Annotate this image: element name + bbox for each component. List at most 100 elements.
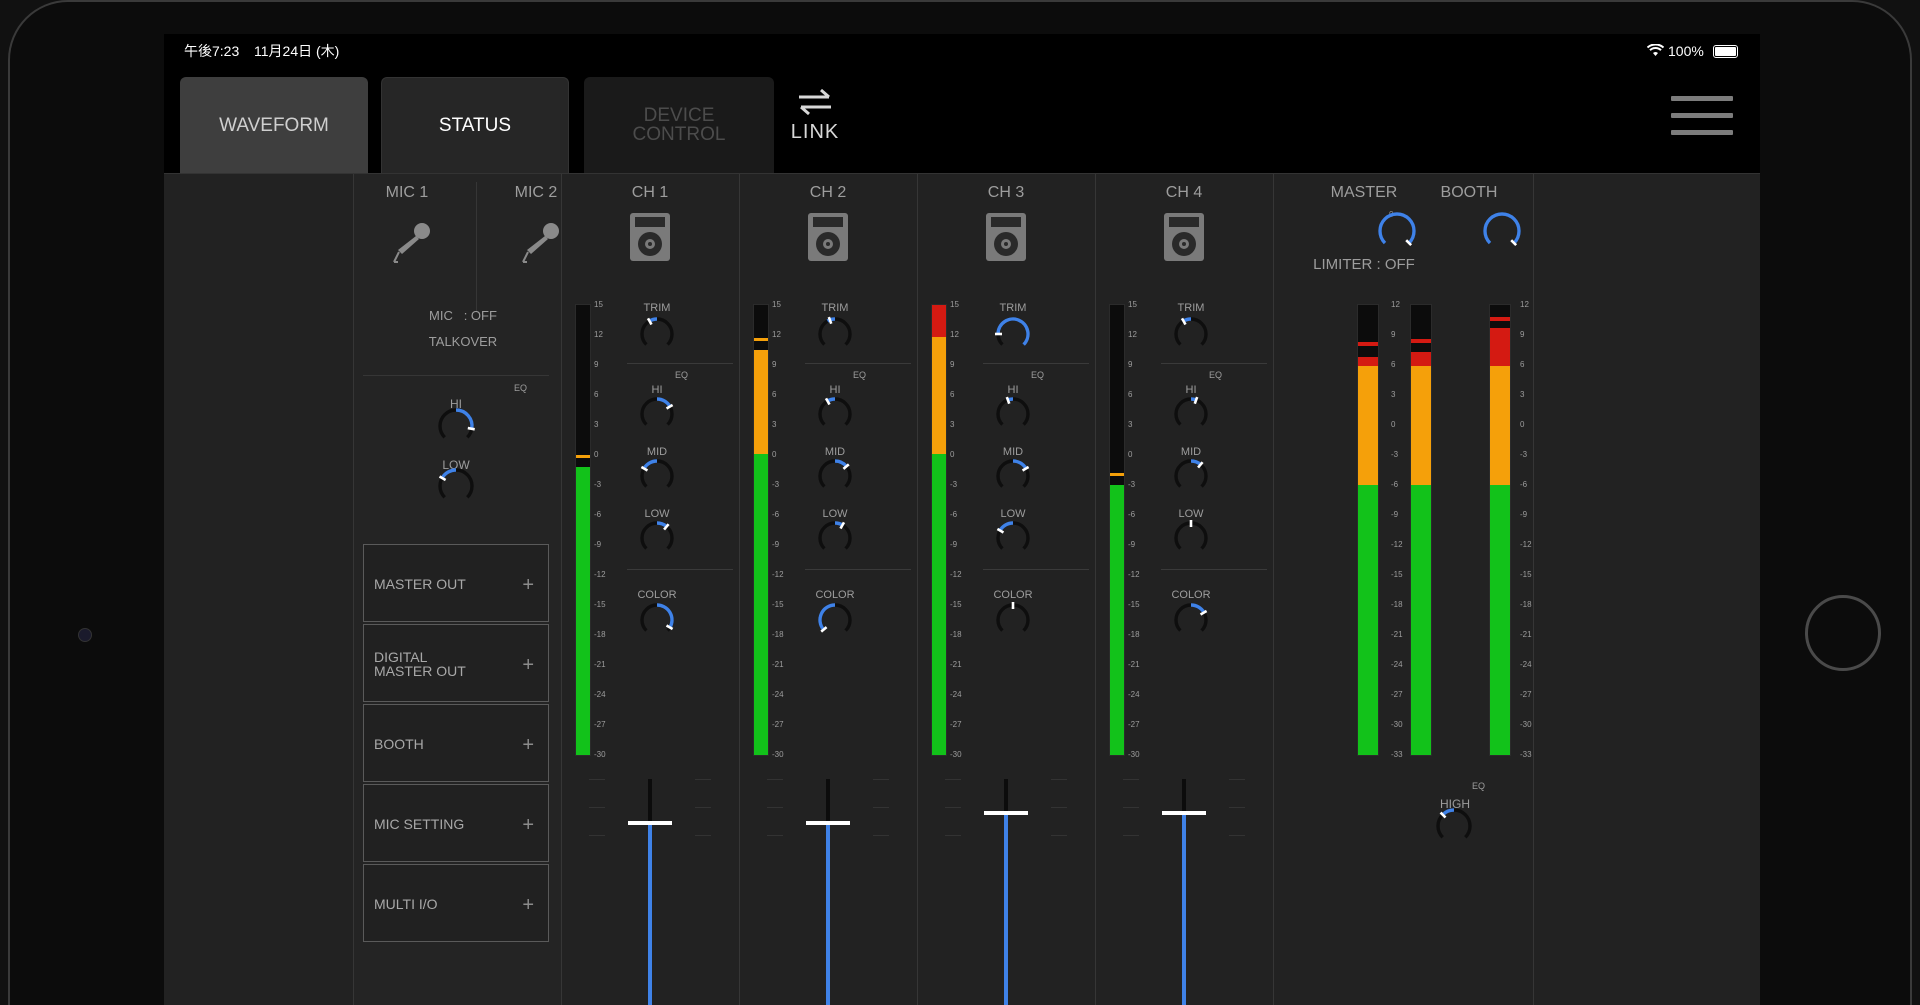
hamburger-menu-icon[interactable] [1671, 96, 1733, 144]
color-knob[interactable] [636, 599, 678, 641]
meter-scale-tick: -27 [1128, 720, 1140, 729]
mic-state: MIC : OFF [429, 308, 497, 323]
mid-knob[interactable] [1170, 455, 1212, 497]
mic-low-knob[interactable] [434, 464, 478, 508]
mid-knob[interactable] [992, 455, 1034, 497]
fader-tick [1229, 807, 1245, 808]
meter-segment [1110, 485, 1124, 755]
meter-scale-tick: -18 [594, 630, 606, 639]
meter-scale-tick: -9 [1520, 510, 1528, 519]
trim-knob[interactable] [992, 313, 1034, 355]
fader-tick [945, 835, 961, 836]
microphone-icon [522, 223, 559, 263]
meter-scale-tick: -12 [772, 570, 784, 579]
fader-handle[interactable] [628, 821, 672, 825]
master-out-panel[interactable]: MASTER OUT + [363, 544, 549, 622]
panel-label: MULTI I/O [374, 896, 438, 912]
hi-knob[interactable] [1170, 393, 1212, 435]
meter-scale-tick: 6 [1520, 360, 1525, 369]
low-knob[interactable] [814, 517, 856, 559]
fader-tick [873, 807, 889, 808]
meter-scale-tick: -18 [1520, 600, 1532, 609]
app-screen: 午後7:23 11月24日 (木) 100% WAVEFORM STATUS D… [164, 34, 1760, 1005]
meter-scale-tick: -18 [1391, 600, 1403, 609]
eq-divider [805, 363, 911, 364]
meter-scale-tick: -24 [1128, 690, 1140, 699]
fader-tick [945, 779, 961, 780]
color-divider [627, 569, 733, 570]
peak-hold-marker [1110, 473, 1124, 476]
hi-knob[interactable] [636, 393, 678, 435]
low-knob[interactable] [1170, 517, 1212, 559]
fader-tick [1229, 779, 1245, 780]
channel-label: CH 3 [987, 184, 1025, 201]
meter-segment [576, 467, 590, 755]
color-knob[interactable] [1170, 599, 1212, 641]
low-knob[interactable] [636, 517, 678, 559]
trim-knob[interactable] [636, 313, 678, 355]
mic-setting-panel[interactable]: MIC SETTING + [363, 784, 549, 862]
fader-tick [1123, 807, 1139, 808]
master-high-knob[interactable] [1432, 804, 1476, 848]
tab-waveform[interactable]: WAVEFORM [180, 77, 368, 173]
booth-panel[interactable]: BOOTH + [363, 704, 549, 782]
meter-scale-tick: 12 [772, 330, 781, 339]
color-divider [805, 569, 911, 570]
trim-knob[interactable] [1170, 313, 1212, 355]
link-button[interactable]: LINK [784, 82, 846, 172]
eq-label: EQ [1209, 370, 1223, 380]
color-knob[interactable] [992, 599, 1034, 641]
meter-scale-tick: -3 [1391, 450, 1399, 459]
expand-plus-icon[interactable]: + [522, 814, 534, 837]
meter-scale-tick: 12 [1128, 330, 1137, 339]
cdj-player-icon [986, 213, 1026, 261]
channel-level-meter [1109, 304, 1125, 756]
expand-plus-icon[interactable]: + [522, 894, 534, 917]
meter-scale-tick: -30 [1391, 720, 1403, 729]
master-level-knob[interactable] [1374, 208, 1420, 254]
peak-hold-marker [1411, 339, 1431, 344]
meter-scale-tick: 6 [1391, 360, 1396, 369]
mic-eq-divider [363, 375, 549, 376]
meter-scale-tick: 9 [1520, 330, 1525, 339]
mic-hi-knob[interactable] [434, 404, 478, 448]
meter-scale-tick: -6 [1391, 480, 1399, 489]
hi-knob[interactable] [814, 393, 856, 435]
booth-level-knob[interactable] [1479, 208, 1525, 254]
mid-knob[interactable] [814, 455, 856, 497]
trim-knob[interactable] [814, 313, 856, 355]
cdj-player-icon [1164, 213, 1204, 261]
hi-knob[interactable] [992, 393, 1034, 435]
peak-hold-marker [754, 338, 768, 341]
meter-scale-tick: 3 [772, 420, 777, 429]
fader-handle[interactable] [806, 821, 850, 825]
meter-scale-tick: -21 [1520, 630, 1532, 639]
meter-scale-tick: -21 [1391, 630, 1403, 639]
tab-status[interactable]: STATUS [381, 77, 569, 173]
expand-plus-icon[interactable]: + [522, 734, 534, 757]
link-label: LINK [790, 121, 840, 143]
fader-handle[interactable] [1162, 811, 1206, 815]
tab-device-control[interactable]: DEVICE CONTROL [584, 77, 774, 173]
multi-io-panel[interactable]: MULTI I/O + [363, 864, 549, 942]
mid-knob[interactable] [636, 455, 678, 497]
meter-segment [932, 453, 946, 755]
meter-scale-tick: 3 [594, 420, 599, 429]
color-knob[interactable] [814, 599, 856, 641]
meter-scale-tick: -24 [772, 690, 784, 699]
camera-dot [78, 628, 92, 642]
digital-master-out-panel[interactable]: DIGITAL MASTER OUT + [363, 624, 549, 702]
meter-scale-tick: -21 [1128, 660, 1140, 669]
expand-plus-icon[interactable]: + [522, 574, 534, 597]
fader-tick [767, 779, 783, 780]
expand-plus-icon[interactable]: + [522, 654, 534, 677]
meter-scale-tick: -6 [1520, 480, 1528, 489]
meter-segment [932, 305, 946, 337]
fader-handle[interactable] [984, 811, 1028, 815]
low-knob[interactable] [992, 517, 1034, 559]
meter-scale-tick: -12 [1128, 570, 1140, 579]
fader-tick [1123, 835, 1139, 836]
home-button[interactable] [1805, 595, 1881, 671]
panel-label: MASTER OUT [374, 576, 466, 592]
meter-scale-tick: -30 [1520, 720, 1532, 729]
